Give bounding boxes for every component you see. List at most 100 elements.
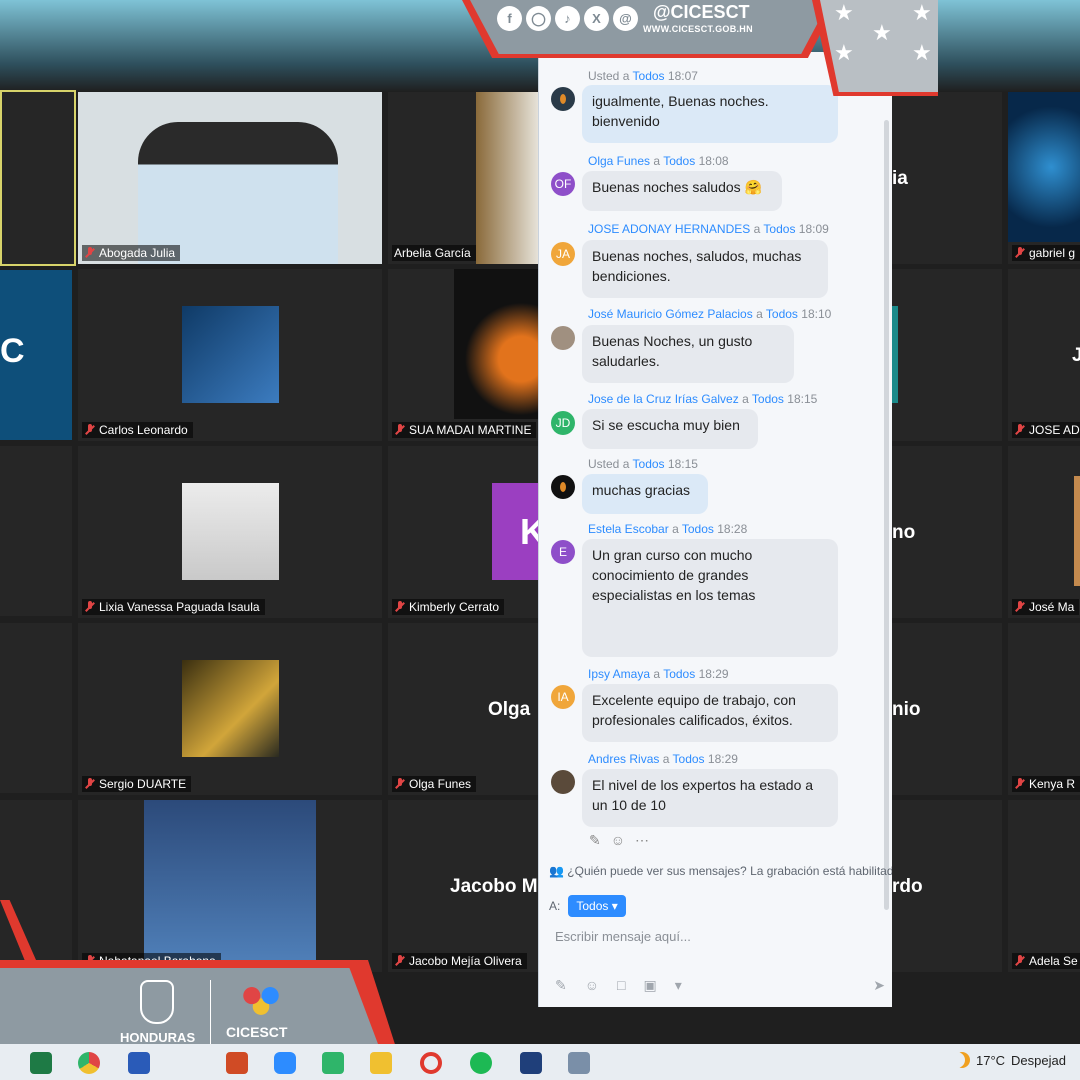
cicesct-label: CICESCT	[226, 1024, 288, 1040]
star-icon: ★	[834, 40, 854, 65]
honduras-flag-stars: ★ ★ ★ ★ ★	[820, 0, 938, 92]
chat-messages-list[interactable]: Usted a Todos 18:07 igualmente, Buenas n…	[539, 52, 892, 852]
word-icon[interactable]	[128, 1052, 150, 1074]
video-tile-carlos[interactable]: Carlos Leonardo	[78, 269, 382, 441]
x-icon: X	[584, 6, 609, 31]
chat-scrollbar[interactable]	[884, 120, 889, 910]
video-tile-sergio[interactable]: Sergio DUARTE	[78, 623, 382, 795]
mic-muted-icon	[1014, 601, 1026, 613]
sender-avatar	[551, 770, 575, 794]
mic-muted-icon	[394, 778, 406, 790]
emoji-icon[interactable]: ☺	[585, 977, 599, 994]
sender-avatar	[551, 326, 575, 350]
weather-condition: Despejad	[1011, 1052, 1066, 1068]
zoom-icon[interactable]	[274, 1052, 296, 1074]
mic-muted-icon	[1014, 247, 1026, 259]
sender-logo-icon	[560, 94, 566, 104]
message-header: Andres Rivas a Todos 18:29	[588, 752, 738, 766]
message-input[interactable]: Escribir mensaje aquí...	[555, 929, 691, 944]
participant-avatar-image	[144, 800, 316, 962]
mic-muted-icon	[84, 247, 96, 259]
participant-big-name: no	[892, 522, 916, 543]
video-tile-nahatanael[interactable]: Nahatanael Barahona	[78, 800, 382, 972]
compose-toolbar: ✎ ☺ □ ▣ ▾ ➤	[555, 977, 885, 994]
moon-icon	[954, 1052, 970, 1068]
network-app-icon[interactable]	[568, 1052, 590, 1074]
participant-big-name: ia	[892, 168, 908, 189]
video-tile[interactable]	[0, 446, 72, 616]
participant-name-label: Lixia Vanessa Paguada Isaula	[82, 599, 265, 615]
screenshot-icon[interactable]: ▣	[644, 977, 657, 994]
video-tile-kimberly[interactable]: K Kimberly Cerrato	[388, 446, 538, 618]
cicesct-logo-icon	[238, 978, 284, 1022]
video-tile[interactable]: nio	[892, 623, 1002, 795]
video-tile-active[interactable]	[0, 90, 76, 266]
own-avatar	[551, 87, 575, 111]
video-tile-arbelia[interactable]: Arbelia García	[388, 92, 538, 264]
video-tile-jose-ad[interactable]: J JOSE AD	[1008, 269, 1080, 441]
video-tile-jacobo[interactable]: Jacobo M Jacobo Mejía Olivera	[388, 800, 538, 972]
video-tile-partial-c[interactable]: C	[0, 270, 72, 440]
video-tile-jose-ma[interactable]: José Ma	[1008, 446, 1080, 618]
mic-muted-icon	[84, 424, 96, 436]
privacy-notice[interactable]: 👥 ¿Quién puede ver sus mensajes? La grab…	[549, 864, 892, 878]
format-icon[interactable]: ✎	[555, 977, 567, 994]
logo-divider	[210, 980, 211, 1046]
temperature: 17°C	[976, 1052, 1006, 1068]
powerpoint-icon[interactable]	[226, 1052, 248, 1074]
participant-initial: K	[520, 511, 538, 552]
video-tile-gabriel[interactable]: gabriel g	[1008, 92, 1080, 264]
window-app-icon[interactable]	[520, 1052, 542, 1074]
excel-icon[interactable]	[30, 1052, 52, 1074]
message-bubble: Buenas noches, saludos, muchas bendicione…	[582, 240, 828, 298]
participant-video	[476, 92, 538, 264]
app-icon[interactable]	[322, 1052, 344, 1074]
video-tile-abogada[interactable]: Abogada Julia	[78, 92, 382, 264]
participant-name-label: José Ma	[1012, 599, 1080, 615]
sender-avatar: JD	[551, 411, 575, 435]
video-tile[interactable]	[0, 623, 72, 793]
participant-name-label: Carlos Leonardo	[82, 422, 193, 438]
message-header: JOSE ADONAY HERNANDES a Todos 18:09	[588, 222, 829, 236]
message-header: Estela Escobar a Todos 18:28	[588, 522, 748, 536]
recipient-dropdown[interactable]: Todos ▾	[568, 895, 626, 917]
file-icon[interactable]: □	[617, 977, 625, 994]
star-icon: ★	[872, 20, 892, 45]
video-tile-sua[interactable]: SUA MADAI MARTINE	[388, 269, 538, 441]
mic-muted-icon	[394, 424, 406, 436]
message-header: Ipsy Amaya a Todos 18:29	[588, 667, 729, 681]
participant-video	[1008, 92, 1080, 242]
message-bubble: Si se escucha muy bien	[582, 409, 758, 449]
reply-icon[interactable]: ✎	[589, 832, 601, 849]
video-tile[interactable]: no	[892, 446, 1002, 618]
message-bubble: Buenas Noches, un gusto saludarles.	[582, 325, 794, 383]
video-tile[interactable]: rdo	[892, 800, 1002, 972]
chrome-icon[interactable]	[78, 1052, 100, 1074]
emoji-reaction-icon[interactable]: ☺	[611, 832, 625, 849]
participant-name-label: Abogada Julia	[82, 245, 181, 261]
video-tile[interactable]	[892, 269, 1002, 441]
message-bubble: igualmente, Buenas noches. bienvenido	[582, 85, 838, 143]
video-tile[interactable]	[0, 800, 72, 960]
mic-muted-icon	[394, 601, 406, 613]
video-tile-lixia[interactable]: Lixia Vanessa Paguada Isaula	[78, 446, 382, 618]
opera-icon[interactable]	[420, 1052, 442, 1074]
message-bubble: muchas gracias	[582, 474, 708, 514]
participant-name-label: Adela Se	[1012, 953, 1080, 969]
participant-video	[138, 122, 338, 264]
video-tile-olga[interactable]: Olga Olga Funes	[388, 623, 538, 795]
participant-name-label: JOSE AD	[1012, 422, 1080, 438]
participant-name-label: SUA MADAI MARTINE	[392, 422, 537, 438]
chevron-down-icon: ▾	[611, 899, 618, 913]
participant-photo	[454, 269, 538, 419]
weather-widget[interactable]: 17°C Despejad	[954, 1052, 1066, 1068]
video-tile-adela[interactable]: Adela Se	[1008, 800, 1080, 972]
chevron-down-icon[interactable]: ▾	[675, 977, 682, 994]
more-options-icon[interactable]: ⋯	[635, 832, 649, 849]
participant-big-name: Jacobo M	[450, 876, 538, 897]
send-icon[interactable]: ➤	[873, 977, 885, 994]
video-tile-kenya[interactable]: Kenya R	[1008, 623, 1080, 795]
video-tile[interactable]: ia	[892, 92, 1002, 264]
folder-icon[interactable]	[370, 1052, 392, 1074]
spotify-icon[interactable]	[470, 1052, 492, 1074]
